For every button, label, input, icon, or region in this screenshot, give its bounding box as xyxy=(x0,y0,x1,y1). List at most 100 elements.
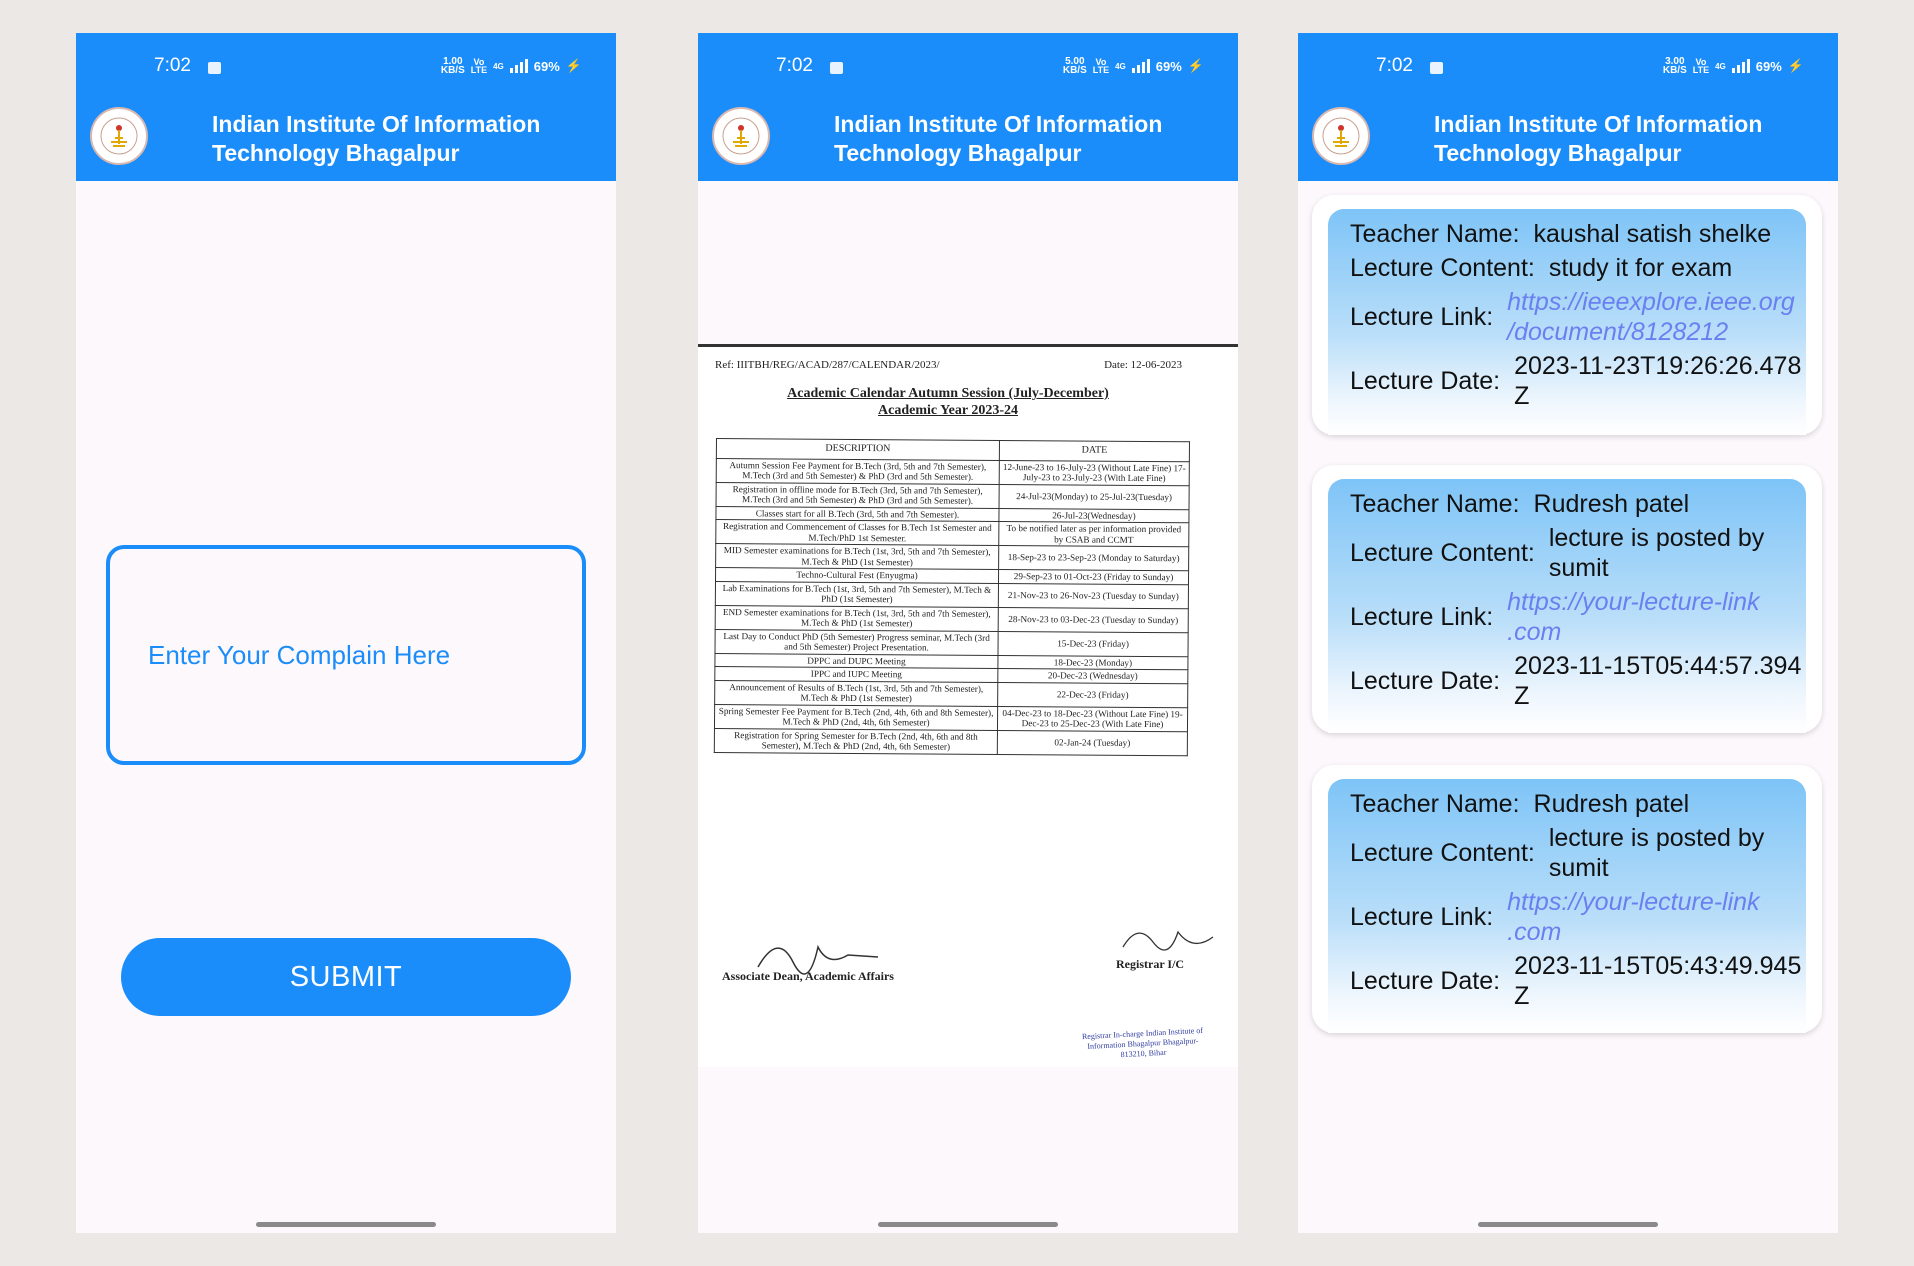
date-label: Lecture Date: xyxy=(1350,366,1501,395)
signal-icon xyxy=(509,59,528,73)
calendar-screen: 7:02 5.00 KB/S Vo LTE 4G 69% ⚡ Indian Inst… xyxy=(698,33,1238,1233)
signature-right xyxy=(1122,930,1214,951)
calendar-description: Last Day to Conduct PhD (5th Semester) P… xyxy=(714,628,999,655)
submit-button[interactable]: SUBMIT xyxy=(121,938,571,1016)
battery-level: 69% xyxy=(533,58,560,74)
network-type: 4G xyxy=(1115,61,1126,71)
calendar-row: Lab Examinations for B.Tech (1st, 3rd, 5… xyxy=(715,581,1189,609)
app-title: Indian Institute Of Information Technolo… xyxy=(834,111,1163,166)
network-speed: 5.00 KB/S xyxy=(1062,56,1087,76)
institute-logo-icon xyxy=(1312,107,1370,165)
lecture-date: 2023-11-23T19:26:26.478 Z xyxy=(1514,352,1802,410)
network-type: 4G xyxy=(493,61,504,71)
lecture-content: lecture is posted by sumit xyxy=(1548,824,1765,882)
lecture-card[interactable]: Teacher Name: kaushal satish shelke Lect… xyxy=(1312,195,1822,435)
content-label: Lecture Content: xyxy=(1350,253,1535,282)
complaint-screen: 7:02 1.00 KB/S Vo LTE 4G 69% ⚡ Indian Inst… xyxy=(76,33,616,1233)
calendar-description: Registration and Commencement of Classes… xyxy=(715,519,999,546)
institute-logo-icon xyxy=(712,107,770,165)
app-bar: Indian Institute Of Information Technolo… xyxy=(698,97,1238,181)
calendar-row: Announcement of Results of B.Tech (1st, … xyxy=(714,679,1188,708)
calendar-document-image[interactable]: Ref: IIITBH/REG/ACAD/287/CALENDAR/2023/ … xyxy=(698,347,1238,1067)
signal-icon xyxy=(1131,59,1150,73)
lecture-card[interactable]: Teacher Name: Rudresh patel Lecture Cont… xyxy=(1312,465,1822,733)
home-indicator[interactable] xyxy=(256,1222,436,1227)
date-label: Lecture Date: xyxy=(1350,966,1501,995)
network-type: 4G xyxy=(1715,61,1726,71)
signatory-left: Associate Dean, Academic Affairs xyxy=(722,969,894,983)
link-label: Lecture Link: xyxy=(1350,902,1494,931)
calendar-date: 21-Nov-23 to 26-Nov-23 (Tuesday to Sunda… xyxy=(998,582,1189,609)
calendar-row: Registration for Spring Semester for B.T… xyxy=(714,727,1188,756)
document-heading: Academic Calendar Autumn Session (July-D… xyxy=(787,386,1109,418)
calendar-date: 29-Sep-23 to 01-Oct-23 (Friday to Sunday… xyxy=(998,569,1189,585)
teacher-label: Teacher Name: xyxy=(1350,789,1520,818)
calendar-description: Registration in offline mode for B.Tech … xyxy=(716,482,1000,508)
lecture-card[interactable]: Teacher Name: Rudresh patel Lecture Cont… xyxy=(1312,765,1822,1033)
column-header-description: DESCRIPTION xyxy=(716,438,1000,460)
teacher-label: Teacher Name: xyxy=(1350,219,1520,248)
lecture-date: 2023-11-15T05:44:57.394 Z xyxy=(1514,652,1802,710)
calendar-description: Lab Examinations for B.Tech (1st, 3rd, 5… xyxy=(715,581,999,607)
status-time: 7:02 xyxy=(776,55,813,76)
app-bar: Indian Institute Of Information Technolo… xyxy=(1298,97,1838,181)
lecture-content: lecture is posted by sumit xyxy=(1548,524,1765,582)
teacher-label: Teacher Name: xyxy=(1350,489,1520,518)
home-indicator[interactable] xyxy=(1478,1222,1658,1227)
status-time: 7:02 xyxy=(1376,55,1413,76)
lecture-date: 2023-11-15T05:43:49.945 Z xyxy=(1514,952,1802,1010)
calendar-description: Announcement of Results of B.Tech (1st, … xyxy=(714,679,998,706)
status-icons: 3.00 KB/S Vo LTE 4G 69% ⚡ xyxy=(1662,56,1804,76)
document-ref: Ref: IIITBH/REG/ACAD/287/CALENDAR/2023/ xyxy=(715,359,940,371)
calendar-description: MID Semester examinations for B.Tech (1s… xyxy=(715,543,999,570)
calendar-description: END Semester examinations for B.Tech (1s… xyxy=(715,604,999,631)
lectures-screen: 7:02 3.00 KB/S Vo LTE 4G 69% ⚡ Indian Inst… xyxy=(1298,33,1838,1233)
calendar-row: Last Day to Conduct PhD (5th Semester) P… xyxy=(714,628,1189,657)
home-indicator[interactable] xyxy=(878,1222,1058,1227)
institute-logo-icon xyxy=(90,107,148,165)
signal-icon xyxy=(1731,59,1750,73)
status-bar: 7:02 5.00 KB/S Vo LTE 4G 69% ⚡ xyxy=(698,33,1238,97)
calendar-date: 26-Jul-23(Wednesday) xyxy=(998,507,1190,523)
teacher-name: Rudresh patel xyxy=(1533,490,1690,518)
status-time: 7:02 xyxy=(154,55,191,76)
calendar-row: Autumn Session Fee Payment for B.Tech (3… xyxy=(716,458,1190,486)
content-label: Lecture Content: xyxy=(1350,838,1535,867)
teacher-name: Rudresh patel xyxy=(1533,790,1690,818)
calendar-date: 12-June-23 to 16-July-23 (Without Late F… xyxy=(999,459,1190,486)
calendar-date: 18-Dec-23 (Monday) xyxy=(997,654,1188,670)
document-date: Date: 12-06-2023 xyxy=(1104,359,1182,371)
volte-icon: Vo LTE xyxy=(470,57,488,75)
notification-icon xyxy=(208,62,221,74)
calendar-date: 02-Jan-24 (Tuesday) xyxy=(997,729,1188,756)
battery-level: 69% xyxy=(1755,58,1782,74)
calendar-date: 28-Nov-23 to 03-Dec-23 (Tuesday to Sunda… xyxy=(998,606,1189,633)
app-bar: Indian Institute Of Information Technolo… xyxy=(76,97,616,181)
status-bar: 7:02 1.00 KB/S Vo LTE 4G 69% ⚡ xyxy=(76,33,616,97)
charging-icon: ⚡ xyxy=(1787,58,1804,73)
notification-icon xyxy=(830,62,843,74)
volte-icon: Vo LTE xyxy=(1692,57,1710,75)
battery-level: 69% xyxy=(1155,58,1182,74)
lecture-link[interactable]: https://your-lecture-link .com xyxy=(1507,587,1759,647)
calendar-date: 18-Sep-23 to 23-Sep-23 (Monday to Saturd… xyxy=(998,545,1189,571)
complaint-field[interactable] xyxy=(106,545,586,765)
calendar-date: 20-Dec-23 (Wednesday) xyxy=(997,668,1188,684)
status-bar: 7:02 3.00 KB/S Vo LTE 4G 69% ⚡ xyxy=(1298,33,1838,97)
lecture-link[interactable]: https://ieeexplore.ieee.org/document/812… xyxy=(1507,287,1795,347)
calendar-description: Spring Semester Fee Payment for B.Tech (… xyxy=(714,703,998,730)
link-label: Lecture Link: xyxy=(1350,302,1494,331)
calendar-table: DESCRIPTION DATE Autumn Session Fee Paym… xyxy=(714,438,1190,756)
calendar-description: Autumn Session Fee Payment for B.Tech (3… xyxy=(716,458,1000,484)
calendar-date: To be notified later as per information … xyxy=(998,521,1189,547)
calendar-date: 15-Dec-23 (Friday) xyxy=(997,630,1189,657)
lecture-link[interactable]: https://your-lecture-link .com xyxy=(1507,887,1759,947)
network-speed: 3.00 KB/S xyxy=(1662,56,1687,76)
charging-icon: ⚡ xyxy=(565,58,582,73)
calendar-date: 22-Dec-23 (Friday) xyxy=(997,681,1188,708)
complaint-input[interactable] xyxy=(146,638,550,672)
volte-icon: Vo LTE xyxy=(1092,57,1110,75)
registrar-stamp: Registrar In-charge Indian Institute of … xyxy=(1081,1025,1204,1060)
content-label: Lecture Content: xyxy=(1350,538,1535,567)
calendar-row: Registration and Commencement of Classes… xyxy=(715,519,1189,547)
